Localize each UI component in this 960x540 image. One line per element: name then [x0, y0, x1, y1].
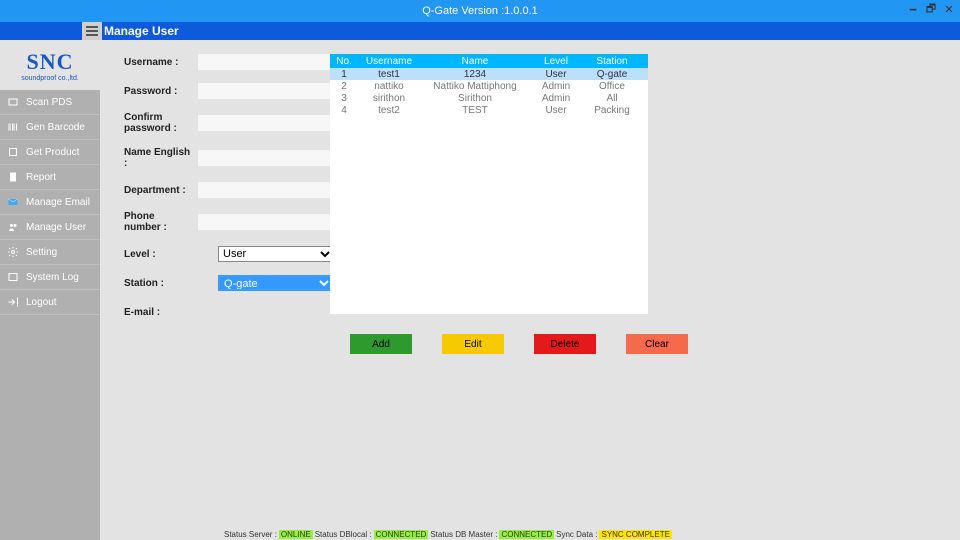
edit-button[interactable]: Edit — [442, 334, 504, 354]
sidebar-item-label: Logout — [26, 297, 57, 308]
sidebar-item-label: Manage User — [26, 222, 86, 233]
username-label: Username : — [124, 57, 192, 68]
sidebar-item-logout[interactable]: Logout — [0, 290, 100, 315]
station-label: Station : — [124, 278, 212, 289]
sidebar-item-label: Scan PDS — [26, 97, 72, 108]
col-username: Username — [358, 56, 420, 67]
sidebar-item-manage-email[interactable]: Manage Email — [0, 190, 100, 215]
hamburger-icon[interactable] — [82, 22, 102, 40]
status-server-label: Status Server : — [224, 530, 277, 539]
sidebar-item-label: Manage Email — [26, 197, 90, 208]
confirm-password-input[interactable] — [198, 115, 334, 131]
app-title: Q-Gate Version :1.0.0.1 — [422, 5, 538, 17]
logout-icon — [6, 295, 20, 309]
sidebar-item-label: Report — [26, 172, 56, 183]
status-dblocal-value: CONNECTED — [374, 530, 429, 539]
user-form: Username : Password : Confirm password :… — [124, 54, 334, 320]
barcode-icon — [6, 120, 20, 134]
phone-label: Phone number : — [124, 211, 192, 233]
table-header: No. Username Name Level Station — [330, 54, 648, 68]
station-select[interactable]: Q-gate — [218, 275, 334, 291]
minimize-icon[interactable]: 🗕 — [906, 2, 920, 16]
sidebar-item-get-product[interactable]: Get Product — [0, 140, 100, 165]
level-label: Level : — [124, 249, 212, 260]
confirm-password-label: Confirm password : — [124, 112, 192, 134]
report-icon — [6, 170, 20, 184]
gear-icon — [6, 245, 20, 259]
content-area: Username : Password : Confirm password :… — [100, 40, 960, 540]
table-row[interactable]: 3 sirithon Sirithon Admin All — [330, 92, 648, 104]
status-server-value: ONLINE — [279, 530, 313, 539]
table-row[interactable]: 2 nattiko Nattiko Mattiphong Admin Offic… — [330, 80, 648, 92]
users-table: No. Username Name Level Station 1 test1 … — [330, 54, 648, 314]
sidebar-item-label: Setting — [26, 247, 57, 258]
logo-subtext: soundproof co.,ltd. — [21, 75, 79, 82]
department-label: Department : — [124, 185, 192, 196]
delete-button[interactable]: Delete — [534, 334, 596, 354]
status-bar: Status Server : ONLINE Status DBlocal : … — [200, 528, 960, 540]
col-no: No. — [330, 56, 358, 67]
window-controls: 🗕 🗗 ✕ — [906, 2, 956, 16]
add-button[interactable]: Add — [350, 334, 412, 354]
email-label: E-mail : — [124, 307, 192, 318]
close-icon[interactable]: ✕ — [942, 2, 956, 16]
phone-input[interactable] — [198, 214, 334, 230]
level-select[interactable]: User — [218, 246, 334, 262]
page-header: Manage User — [0, 22, 960, 40]
sidebar-item-label: Get Product — [26, 147, 79, 158]
clear-button[interactable]: Clear — [626, 334, 688, 354]
page-title: Manage User — [104, 24, 179, 38]
logo-text: SNC — [26, 49, 73, 75]
sidebar-item-setting[interactable]: Setting — [0, 240, 100, 265]
logo: SNC soundproof co.,ltd. — [0, 40, 100, 90]
status-sync-label: Sync Data : — [556, 530, 597, 539]
table-row[interactable]: 1 test1 1234 User Q-gate — [330, 68, 648, 80]
col-name: Name — [420, 56, 530, 67]
action-buttons: Add Edit Delete Clear — [350, 334, 688, 354]
status-dbmaster-value: CONNECTED — [499, 530, 554, 539]
mail-icon — [6, 195, 20, 209]
status-sync-value: SYNC COMPLETE — [599, 530, 671, 539]
status-dblocal-label: Status DBlocal : — [315, 530, 372, 539]
table-row[interactable]: 4 test2 TEST User Packing — [330, 104, 648, 116]
username-input[interactable] — [198, 54, 334, 70]
sidebar: SNC soundproof co.,ltd. Scan PDS Gen Bar… — [0, 40, 100, 540]
users-icon — [6, 220, 20, 234]
department-input[interactable] — [198, 182, 334, 198]
scan-icon — [6, 95, 20, 109]
name-english-input[interactable] — [198, 150, 334, 166]
password-label: Password : — [124, 86, 192, 97]
email-input[interactable] — [198, 304, 334, 320]
sidebar-item-scan-pds[interactable]: Scan PDS — [0, 90, 100, 115]
sidebar-item-gen-barcode[interactable]: Gen Barcode — [0, 115, 100, 140]
sidebar-item-label: Gen Barcode — [26, 122, 85, 133]
sidebar-item-report[interactable]: Report — [0, 165, 100, 190]
log-icon — [6, 270, 20, 284]
status-dbmaster-label: Status DB Master : — [430, 530, 497, 539]
sidebar-item-label: System Log — [26, 272, 79, 283]
col-station: Station — [582, 56, 642, 67]
sidebar-item-system-log[interactable]: System Log — [0, 265, 100, 290]
name-english-label: Name English : — [124, 147, 192, 169]
password-input[interactable] — [198, 83, 334, 99]
product-icon — [6, 145, 20, 159]
sidebar-item-manage-user[interactable]: Manage User — [0, 215, 100, 240]
maximize-icon[interactable]: 🗗 — [924, 2, 938, 16]
titlebar: Q-Gate Version :1.0.0.1 🗕 🗗 ✕ — [0, 0, 960, 22]
col-level: Level — [530, 56, 582, 67]
